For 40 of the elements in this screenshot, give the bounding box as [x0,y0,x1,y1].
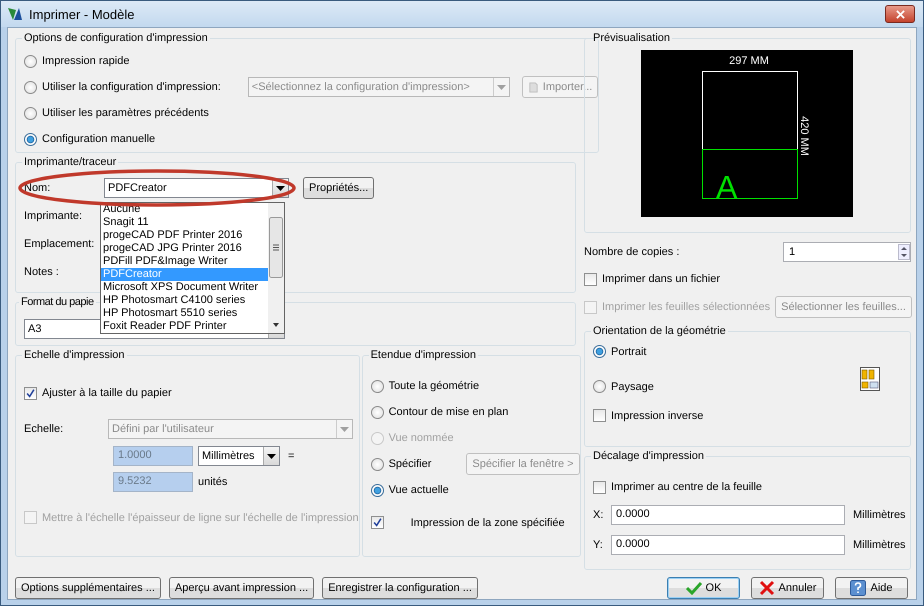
group-title: Echelle d'impression [23,349,126,361]
field-label: Imprimante: [24,210,84,222]
radio-label: Toute la géométrie [388,380,480,392]
unit-label: unités [198,476,228,488]
radio-label: Vue actuelle [388,484,449,496]
radio-label: Paysage [611,380,654,392]
group-title: Etendue d'impression [370,349,478,361]
field-label: Nom: [24,182,52,194]
checkbox-label: Imprimer au centre de la feuille [611,481,762,493]
checkbox-label: Impression inverse [611,410,704,422]
checkbox-label: Imprimer dans un fichier [602,273,720,285]
radio-label: Contour de mise en plan [388,406,508,418]
radio-label: Spécifier [388,458,432,470]
field-label: Notes : [24,266,60,278]
checkbox-label: Imprimer les feuilles sélectionnées [602,301,770,313]
group-title: Options de configuration d'impression [23,32,209,44]
field-label: Emplacement: [24,238,96,250]
window-title: Imprimer - Modèle [29,6,136,22]
radio-label: Portrait [611,346,646,358]
group-title: Décalage d'impression [592,450,705,462]
unit-label: Millimètres [853,539,906,551]
unit-label: Millimètres [853,509,906,521]
field-label: Y: [593,539,603,551]
field-label: Nombre de copies : [584,246,680,258]
radio-label: Impression rapide [42,55,130,67]
checkbox-label: Mettre à l'échelle l'épaisseur de ligne sur l'échelle de l'impression [42,512,359,524]
field-label: X: [593,509,603,521]
equals-sign: = [288,450,294,462]
group-title: Prévisualisation [592,32,672,44]
group-title: Format du papie [20,296,95,308]
radio-label: Utiliser les paramètres précédents [42,107,209,119]
radio-label: Configuration manuelle [42,133,156,145]
group-title: Imprimante/traceur [23,156,118,168]
field-label: Echelle: [24,423,64,435]
checkbox-label: Ajuster à la taille du papier [42,387,172,399]
page-preview: 297 MM 420 MM A [641,50,853,217]
radio-label: Vue nommée [388,432,454,444]
group-title: Orientation de la géométrie [592,325,727,337]
radio-label: Utiliser la configuration d'impression: [42,81,221,93]
checkbox-label: Impression de la zone spécifiée [410,516,565,528]
